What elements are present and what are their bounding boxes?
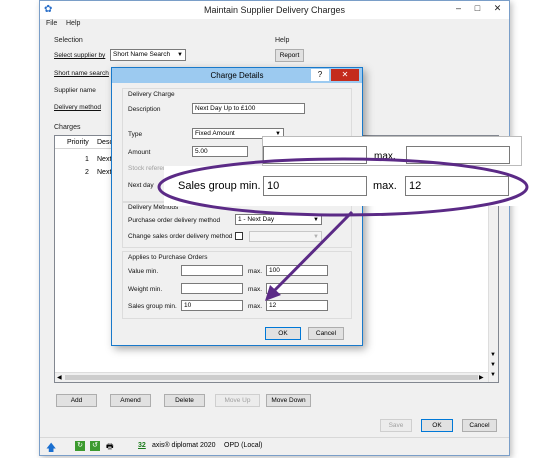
highlight-overlay	[157, 157, 529, 301]
highlight-ellipse	[157, 157, 529, 217]
pointer-arrow-line	[270, 210, 354, 295]
